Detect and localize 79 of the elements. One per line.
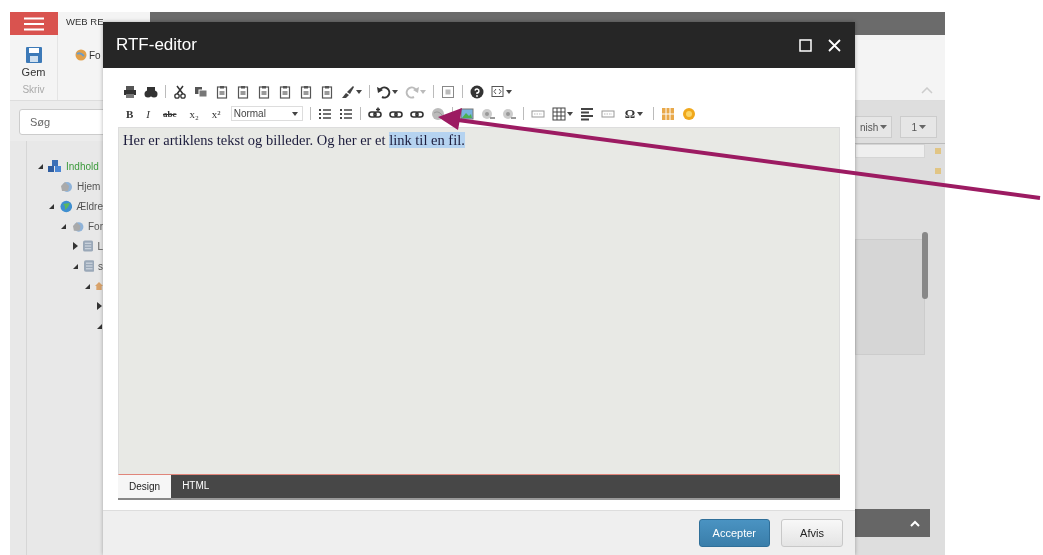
group-label: Skriv bbox=[22, 84, 45, 95]
house-globe-icon bbox=[71, 220, 84, 232]
scrollbar-thumb[interactable] bbox=[922, 232, 928, 299]
maximize-icon[interactable] bbox=[799, 38, 812, 52]
database-icon bbox=[83, 260, 94, 272]
collapsed-triangle-icon[interactable] bbox=[96, 302, 103, 310]
binoculars-icon[interactable] bbox=[144, 84, 158, 99]
expanded-triangle-icon[interactable] bbox=[60, 222, 68, 230]
clipboard-icon[interactable] bbox=[236, 84, 250, 99]
search-field[interactable]: Søg bbox=[19, 109, 103, 135]
floppy-icon[interactable] bbox=[25, 47, 42, 63]
bold-button[interactable]: B bbox=[123, 107, 137, 120]
expanded-triangle-icon[interactable] bbox=[84, 282, 91, 290]
dialog-title: RTF-editor bbox=[116, 35, 198, 55]
tree-item[interactable]: Ældre bbox=[76, 200, 103, 212]
caret-icon bbox=[291, 111, 298, 116]
house-globe-icon bbox=[60, 180, 73, 192]
save-label[interactable]: Gem bbox=[21, 66, 46, 78]
tree-item[interactable]: Hjem bbox=[77, 180, 101, 192]
menu-button[interactable] bbox=[10, 12, 58, 35]
disc-icon[interactable] bbox=[480, 106, 495, 121]
chain-plus-icon[interactable] bbox=[367, 106, 382, 121]
superscript-button[interactable]: x² bbox=[208, 107, 224, 120]
collapsed-triangle-icon[interactable] bbox=[72, 242, 80, 250]
view-tab[interactable]: Design bbox=[118, 475, 172, 500]
cubes-icon bbox=[48, 159, 62, 173]
source-icon[interactable] bbox=[491, 84, 505, 99]
caret-icon[interactable] bbox=[566, 111, 573, 116]
clipboard-icon[interactable] bbox=[257, 84, 271, 99]
clipboard-icon[interactable] bbox=[278, 84, 292, 99]
status-square bbox=[935, 168, 941, 174]
clipboard-icon[interactable] bbox=[215, 84, 229, 99]
dropdown-button[interactable]: 1 bbox=[900, 116, 938, 138]
caret-icon[interactable] bbox=[356, 89, 362, 94]
tree-item[interactable]: L bbox=[97, 240, 103, 252]
numbered-list-icon[interactable] bbox=[317, 106, 332, 121]
input-field[interactable] bbox=[855, 144, 925, 158]
align-icon[interactable] bbox=[579, 106, 594, 121]
caret-icon bbox=[919, 125, 927, 129]
special-character-button[interactable]: Ω bbox=[621, 105, 647, 122]
menu-icon bbox=[24, 16, 44, 31]
reject-button[interactable]: Afvis bbox=[781, 519, 843, 547]
dropdown-button[interactable]: nish bbox=[855, 116, 893, 138]
caret-icon bbox=[637, 111, 644, 116]
brush-icon[interactable] bbox=[341, 84, 355, 99]
editor-area[interactable]: Her er artiklens tekst og billeder. Og her er et link til en fil. bbox=[118, 127, 840, 475]
help-icon[interactable] bbox=[470, 84, 484, 99]
caret-icon bbox=[880, 125, 888, 129]
style-select[interactable]: Normal bbox=[230, 106, 303, 121]
editor-text: Her er artiklens tekst og billeder. Og her er et link til en fil. bbox=[123, 132, 466, 149]
strikethrough-button[interactable]: abc bbox=[160, 108, 180, 119]
tree-item[interactable]: For bbox=[88, 220, 103, 232]
house-icon bbox=[95, 280, 103, 292]
clipboard-icon[interactable] bbox=[299, 84, 313, 99]
undo-icon[interactable] bbox=[377, 84, 391, 99]
expanded-triangle-icon[interactable] bbox=[48, 202, 56, 210]
table-icon[interactable] bbox=[551, 106, 566, 121]
database-icon bbox=[83, 240, 94, 252]
copy-icon[interactable] bbox=[194, 84, 208, 99]
caret-icon[interactable] bbox=[392, 89, 398, 94]
disc-icon[interactable] bbox=[501, 106, 516, 121]
view-tab[interactable]: HTML bbox=[171, 475, 221, 498]
fullscreen-icon[interactable] bbox=[441, 84, 455, 99]
expanded-triangle-icon[interactable] bbox=[96, 322, 103, 330]
globe-icon bbox=[59, 199, 73, 213]
printer-icon[interactable] bbox=[123, 84, 137, 99]
ribbon-item[interactable]: Fo bbox=[89, 49, 101, 61]
status-square bbox=[935, 148, 941, 154]
accept-button[interactable]: Accepter bbox=[698, 519, 770, 547]
tree-item[interactable]: s bbox=[98, 260, 103, 272]
close-icon[interactable] bbox=[828, 38, 841, 52]
subscript-button[interactable]: x₂ bbox=[186, 107, 202, 120]
clipboard-icon[interactable] bbox=[320, 84, 334, 99]
italic-button[interactable]: I bbox=[143, 107, 153, 120]
expanded-triangle-icon[interactable] bbox=[72, 262, 80, 270]
expanded-triangle-icon[interactable] bbox=[36, 162, 44, 170]
bullet-list-icon[interactable] bbox=[338, 106, 353, 121]
scissors-icon[interactable] bbox=[173, 84, 187, 99]
caret-icon[interactable] bbox=[506, 89, 512, 94]
